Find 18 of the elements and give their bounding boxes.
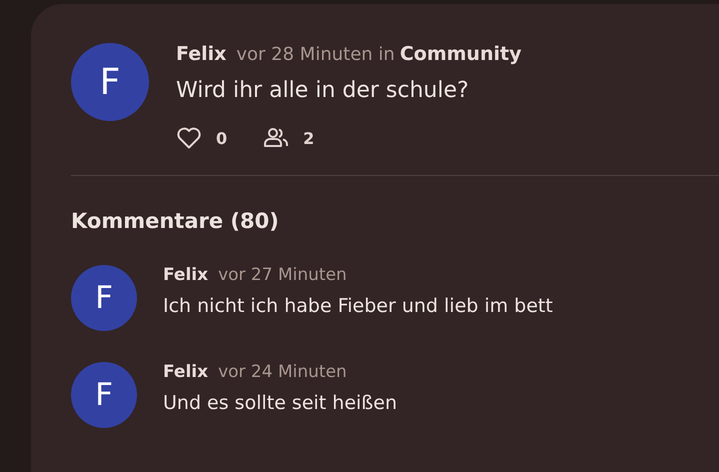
avatar: F <box>71 362 137 428</box>
comment-time: vor 24 Minuten <box>218 362 347 382</box>
avatar: F <box>71 265 137 331</box>
people-icon <box>263 128 290 148</box>
author-name[interactable]: Felix <box>163 265 208 285</box>
author-name[interactable]: Felix <box>163 362 208 382</box>
comment-text: Ich nicht ich habe Fieber und lieb im bett <box>163 295 553 317</box>
comment-text: Und es sollte seit heißen <box>163 392 398 414</box>
participants-button[interactable]: 2 <box>263 127 314 149</box>
like-button[interactable]: 0 <box>176 127 228 149</box>
post-time: vor 28 Minuten in <box>236 44 395 65</box>
community-link[interactable]: Community <box>400 43 522 65</box>
post-text: Wird ihr alle in der schule? <box>176 78 470 103</box>
heart-icon <box>176 127 202 149</box>
comment-time: vor 27 Minuten <box>218 265 347 285</box>
comments-heading: Kommentare (80) <box>71 209 280 233</box>
author-name[interactable]: Felix <box>176 43 226 65</box>
avatar: F <box>71 43 149 121</box>
